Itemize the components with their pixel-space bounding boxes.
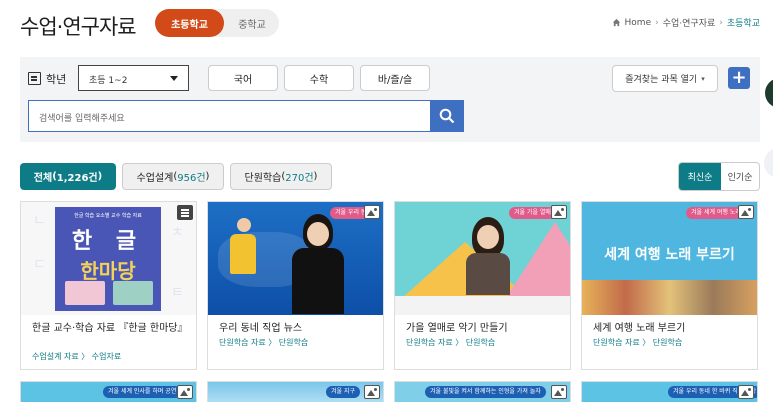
- thumbnail-decoration: ㅊ: [171, 225, 184, 241]
- school-level-tabs: 초등학교 중학교: [155, 9, 279, 37]
- thumbnail-cover-title: 한 글: [71, 229, 145, 254]
- thumbnail-cover-title-2: 한마당: [80, 259, 136, 283]
- card-category: 수업설계 자료 〉 수업자료: [32, 352, 122, 361]
- subject-math-button[interactable]: 수학: [284, 65, 354, 91]
- thumbnail-cover-book: [65, 281, 105, 305]
- thumbnail-decoration: ㄴ: [33, 213, 46, 229]
- search-button[interactable]: [430, 100, 464, 132]
- thumbnail-landmarks: [582, 280, 757, 315]
- thumbnail-label: 겨울 불빛을 켜서 함께하는 인형을 가져 놀자: [425, 386, 546, 398]
- thumbnail-art: ㄴ ㄷ ㅊ ㅌ 한글 학습 요소별 교수 학습 자료 한 글 한마당: [21, 202, 196, 315]
- card-title[interactable]: 우리 동네 직업 뉴스: [219, 322, 375, 336]
- thumbnail-label: 겨울 세계 여행 노래: [686, 207, 746, 219]
- filter-tab-name: 수업설계: [136, 173, 174, 184]
- image-icon: [738, 385, 754, 399]
- filter-tab-name: 전체: [33, 173, 53, 184]
- add-button[interactable]: +: [728, 67, 750, 89]
- thumbnail-cover: 한글 학습 요소별 교수 학습 자료 한 글 한마당: [55, 207, 161, 311]
- thumbnail-sign-interpreter: [230, 218, 258, 280]
- grade-select-value: 초등 1~2: [89, 76, 128, 86]
- card-category: 단원학습 자료 〉 단원학습: [406, 338, 496, 347]
- thumbnail-presenter: [463, 217, 513, 297]
- card-thumbnail: ㄴ ㄷ ㅊ ㅌ 한글 학습 요소별 교수 학습 자료 한 글 한마당: [21, 202, 196, 315]
- side-decoration: [764, 148, 773, 178]
- card-title[interactable]: 한글 교수·학습 자료 『한글 한마당』: [32, 322, 188, 336]
- thumbnail-table: [395, 296, 570, 315]
- book-icon: [28, 72, 41, 85]
- page-title: 수업·연구자료: [20, 15, 137, 39]
- breadcrumb-home[interactable]: Home: [625, 18, 652, 28]
- card-thumbnail: 겨울 우리 동네: [208, 202, 383, 315]
- sort-popular[interactable]: 인기순: [721, 163, 759, 190]
- image-icon: [177, 385, 193, 399]
- filter-tab-unit-study[interactable]: 단원학습(270건): [230, 163, 332, 190]
- grade-select[interactable]: 초등 1~2: [78, 65, 189, 91]
- thumbnail-headline: 세계 여행 노래 부르기: [604, 247, 735, 263]
- sort-latest[interactable]: 최신순: [679, 163, 721, 190]
- thumbnail-scene: 겨울 우리 동네: [208, 202, 383, 315]
- resource-card[interactable]: ㄴ ㄷ ㅊ ㅌ 한글 학습 요소별 교수 학습 자료 한 글 한마당 한글 교수…: [20, 201, 197, 370]
- thumbnail-presenter: [290, 214, 346, 315]
- thumbnail-cover-subtitle: 한글 학습 요소별 교수 학습 자료: [74, 213, 142, 219]
- image-icon: [738, 205, 754, 219]
- favorite-subjects-label: 즐겨찾는 과목 열기: [625, 75, 698, 85]
- card-category: 단원학습 자료 〉 단원학습: [219, 338, 309, 347]
- subject-integrated-button[interactable]: 바/즐/슬: [360, 65, 430, 91]
- card-title[interactable]: 세계 여행 노래 부르기: [593, 322, 749, 336]
- search-input[interactable]: 검색어를 입력해주세요: [28, 100, 430, 132]
- chevron-down-icon: ▾: [701, 74, 705, 83]
- resource-card[interactable]: 겨울 지구: [207, 381, 384, 402]
- favorite-subjects-button[interactable]: 즐겨찾는 과목 열기 ▾: [612, 65, 718, 92]
- filter-tab-lesson-design[interactable]: 수업설계(956건): [122, 163, 224, 190]
- resource-card[interactable]: 겨울 세계 인사를 하며 공연: [20, 381, 197, 402]
- image-icon: [364, 385, 380, 399]
- breadcrumb-current: 초등학교: [726, 19, 760, 29]
- home-icon: [612, 18, 620, 27]
- thumbnail-scene: 겨울 가을 열매로: [395, 202, 570, 315]
- search-icon: [439, 108, 455, 124]
- resource-card[interactable]: 겨울 불빛을 켜서 함께하는 인형을 가져 놀자: [394, 381, 571, 402]
- filter-tab-count: 956건: [177, 173, 206, 184]
- card-title[interactable]: 가을 열매로 악기 만들기: [406, 322, 562, 336]
- chevron-right-icon: ›: [719, 17, 723, 28]
- document-icon: [177, 205, 193, 220]
- image-icon: [551, 205, 567, 219]
- side-decoration: [765, 78, 773, 108]
- thumbnail-decoration: ㄷ: [33, 257, 46, 273]
- filter-tab-count: 1,226건: [56, 173, 98, 184]
- thumbnail-label: 겨울 세계 인사를 하며 공연: [103, 386, 182, 398]
- filter-tab-name: 단원학습: [244, 173, 282, 184]
- thumbnail-label: 겨울 지구: [326, 386, 360, 398]
- subject-korean-button[interactable]: 국어: [208, 65, 278, 91]
- resource-card[interactable]: 세계 여행 노래 부르기 겨울 세계 여행 노래 세계 여행 노래 부르기 단원…: [581, 201, 758, 370]
- breadcrumb-section[interactable]: 수업·연구자료: [663, 16, 716, 29]
- tab-middle[interactable]: 중학교: [225, 9, 279, 37]
- resource-card[interactable]: 겨울 가을 열매로 가을 열매로 악기 만들기 단원학습 자료 〉 단원학습: [394, 201, 571, 370]
- grade-label: 학년: [46, 73, 67, 86]
- resource-card[interactable]: 겨울 우리 동네 한 바퀴 직업 탐방: [581, 381, 758, 402]
- thumbnail-cover-book: [113, 281, 153, 305]
- thumbnail-decoration: ㅌ: [171, 285, 184, 301]
- filter-tab-count: 270건: [285, 173, 314, 184]
- filter-tab-all[interactable]: 전체(1,226건): [20, 163, 116, 190]
- tab-elementary[interactable]: 초등학교: [155, 9, 224, 37]
- card-thumbnail: 세계 여행 노래 부르기 겨울 세계 여행 노래: [582, 202, 757, 315]
- image-icon: [364, 205, 380, 219]
- resource-card[interactable]: 겨울 우리 동네 우리 동네 직업 뉴스 단원학습 자료 〉 단원학습: [207, 201, 384, 370]
- breadcrumb: Home › 수업·연구자료 › 초등학교: [612, 16, 760, 29]
- sort-toggle: 최신순 인기순: [678, 162, 760, 191]
- search-panel: 학년 초등 1~2 국어 수학 바/즐/슬 즐겨찾는 과목 열기 ▾ + 검색어…: [20, 57, 760, 142]
- thumbnail-scene: 세계 여행 노래 부르기 겨울 세계 여행 노래: [582, 202, 757, 315]
- card-thumbnail: 겨울 가을 열매로: [395, 202, 570, 315]
- chevron-right-icon: ›: [655, 17, 659, 28]
- card-category: 단원학습 자료 〉 단원학습: [593, 338, 683, 347]
- caret-down-icon: [170, 76, 178, 81]
- image-icon: [551, 385, 567, 399]
